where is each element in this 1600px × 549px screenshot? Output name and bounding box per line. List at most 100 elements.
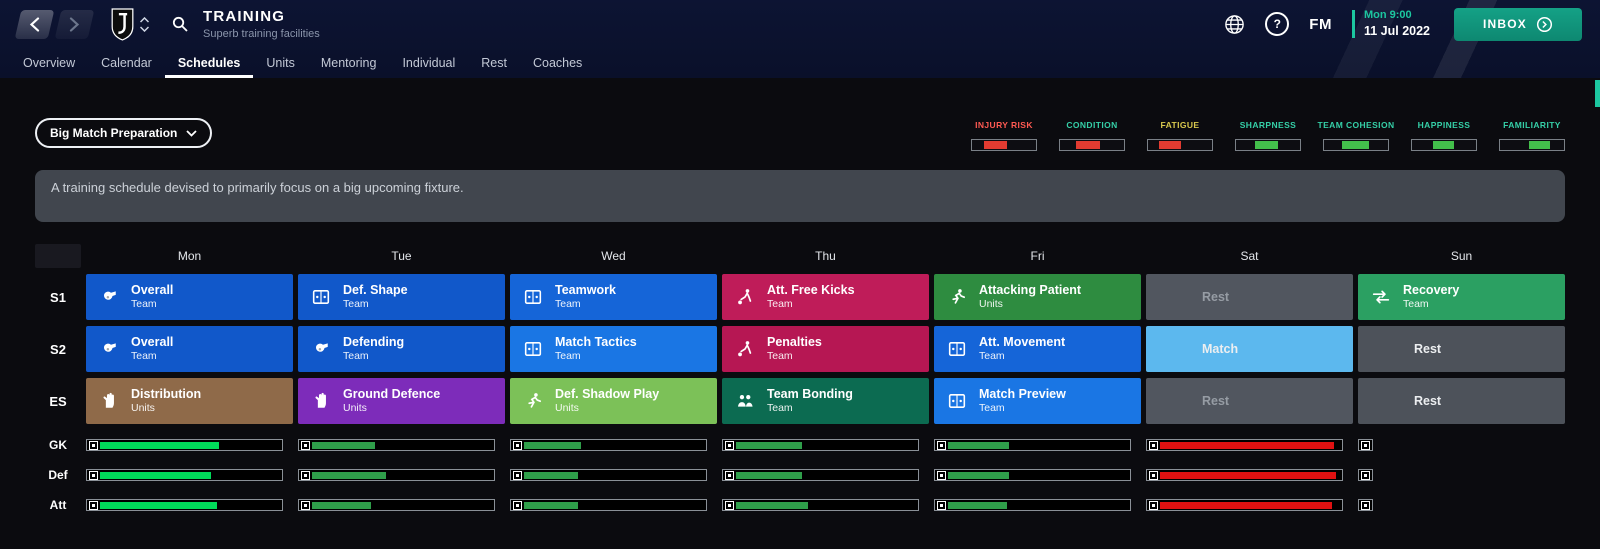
- load-bar: [1146, 469, 1343, 481]
- session-cell[interactable]: Attacking Patient Units: [934, 274, 1141, 320]
- session-unit: Team: [979, 402, 1005, 414]
- tab-schedules[interactable]: Schedules: [165, 48, 254, 78]
- chevron-down-icon: [186, 129, 197, 137]
- table-corner: [35, 244, 81, 268]
- load-cell: [722, 499, 929, 511]
- tab-mentoring[interactable]: Mentoring: [308, 48, 390, 78]
- day-header: Thu: [815, 249, 836, 263]
- session-cell[interactable]: Ground Defence Units: [298, 378, 505, 424]
- session-cell[interactable]: Rest: [1146, 378, 1353, 424]
- session-title: Def. Shape: [343, 283, 408, 297]
- session-cell[interactable]: Def. Shape Team: [298, 274, 505, 320]
- session-cell[interactable]: Def. Shadow Play Units: [510, 378, 717, 424]
- load-bar-fill: [524, 441, 582, 449]
- tab-units[interactable]: Units: [253, 48, 307, 78]
- session-cell[interactable]: Rest: [1146, 274, 1353, 320]
- load-bar-fill: [312, 471, 386, 479]
- clock-date: 11 Jul 2022: [1363, 24, 1430, 39]
- session-title: Defending: [343, 335, 405, 349]
- board-icon: [944, 388, 970, 414]
- schedule-dropdown[interactable]: Big Match Preparation: [35, 118, 213, 148]
- load-cell: [86, 499, 293, 511]
- status-meter: TEAM COHESION: [1318, 120, 1394, 151]
- session-title: Penalties: [767, 335, 822, 349]
- scrollbar-thumb[interactable]: [1595, 80, 1600, 107]
- session-cell[interactable]: Match Preview Team: [934, 378, 1141, 424]
- day-header: Tue: [391, 249, 412, 263]
- tab-coaches[interactable]: Coaches: [520, 48, 595, 78]
- inbox-button[interactable]: INBOX: [1454, 7, 1582, 41]
- meter-label: FAMILIARITY: [1503, 120, 1561, 130]
- meter-track: [1411, 139, 1477, 151]
- load-bar-fill: [948, 471, 1010, 479]
- session-title: Recovery: [1403, 283, 1460, 297]
- load-bar: [510, 499, 707, 511]
- session-cell[interactable]: Recovery Team: [1358, 274, 1565, 320]
- session-cell[interactable]: Att. Free Kicks Team: [722, 274, 929, 320]
- forward-button[interactable]: [54, 9, 95, 39]
- clock-day: Mon 9:00: [1363, 9, 1412, 22]
- schedule-dropdown-value: Big Match Preparation: [50, 126, 178, 140]
- page-title-block: TRAINING Superb training facilities: [203, 9, 320, 40]
- schedule-rows: S1 Overall Team Def. Shape Team Teamwork…: [35, 274, 1565, 424]
- tab-calendar[interactable]: Calendar: [88, 48, 165, 78]
- session-cell[interactable]: Rest: [1358, 378, 1565, 424]
- back-button[interactable]: [14, 9, 55, 39]
- world-button[interactable]: [1224, 14, 1245, 35]
- meter-label: INJURY RISK: [975, 120, 1033, 130]
- session-cell[interactable]: Match: [1146, 326, 1353, 372]
- load-bar: [298, 439, 495, 451]
- help-button[interactable]: ?: [1265, 12, 1290, 36]
- juventus-crest-icon[interactable]: [110, 7, 135, 41]
- session-title: Attacking Patient: [979, 283, 1082, 297]
- unit-icon: [937, 470, 946, 480]
- session-cell[interactable]: Team Bonding Team: [722, 378, 929, 424]
- session-cell[interactable]: Match Tactics Team: [510, 326, 717, 372]
- load-bar-fill: [100, 441, 219, 449]
- load-bar: [934, 499, 1131, 511]
- load-cell: [934, 499, 1141, 511]
- load-bar: [1146, 439, 1343, 451]
- session-cell[interactable]: Teamwork Team: [510, 274, 717, 320]
- session-title: Ground Defence: [343, 387, 441, 401]
- session-cell[interactable]: Penalties Team: [722, 326, 929, 372]
- session-cell[interactable]: Rest: [1358, 326, 1565, 372]
- session-title: Overall: [131, 283, 174, 297]
- meter-track: [1323, 139, 1389, 151]
- session-unit: Team: [1403, 298, 1429, 310]
- load-bar-fill: [736, 471, 803, 479]
- load-cell: [86, 469, 293, 481]
- load-bar-fill: [524, 501, 578, 509]
- load-cell: [298, 439, 505, 451]
- meter-track: [1235, 139, 1301, 151]
- load-bar-fill: [736, 501, 808, 509]
- session-cell[interactable]: Distribution Units: [86, 378, 293, 424]
- load-cell: [722, 439, 929, 451]
- session-cell[interactable]: Att. Movement Team: [934, 326, 1141, 372]
- meter-fill: [1255, 141, 1279, 149]
- session-title: Overall: [131, 335, 174, 349]
- session-unit: Team: [131, 298, 157, 310]
- tab-individual[interactable]: Individual: [389, 48, 468, 78]
- arrow-left-icon: [29, 16, 40, 32]
- top-bar: TRAINING Superb training facilities ? FM…: [0, 0, 1600, 78]
- session-cell[interactable]: Overall Team: [86, 326, 293, 372]
- team-stepper[interactable]: [140, 16, 149, 32]
- unit-icon: [1361, 470, 1370, 480]
- tab-overview[interactable]: Overview: [10, 48, 88, 78]
- session-unit: Team: [555, 298, 581, 310]
- unit-icon: [89, 500, 98, 510]
- load-row-label: GK: [49, 438, 67, 452]
- session-cell[interactable]: Overall Team: [86, 274, 293, 320]
- tab-rest[interactable]: Rest: [468, 48, 520, 78]
- search-button[interactable]: [171, 15, 189, 33]
- unit-icon: [937, 440, 946, 450]
- unit-icon: [89, 470, 98, 480]
- status-meter: INJURY RISK: [971, 120, 1037, 151]
- day-header: Wed: [601, 249, 626, 263]
- load-bar-fill: [100, 471, 212, 479]
- session-cell[interactable]: Defending Team: [298, 326, 505, 372]
- schedule-row: S1 Overall Team Def. Shape Team Teamwork…: [35, 274, 1565, 320]
- load-bar: [722, 499, 919, 511]
- cell-text: Match: [1202, 342, 1239, 356]
